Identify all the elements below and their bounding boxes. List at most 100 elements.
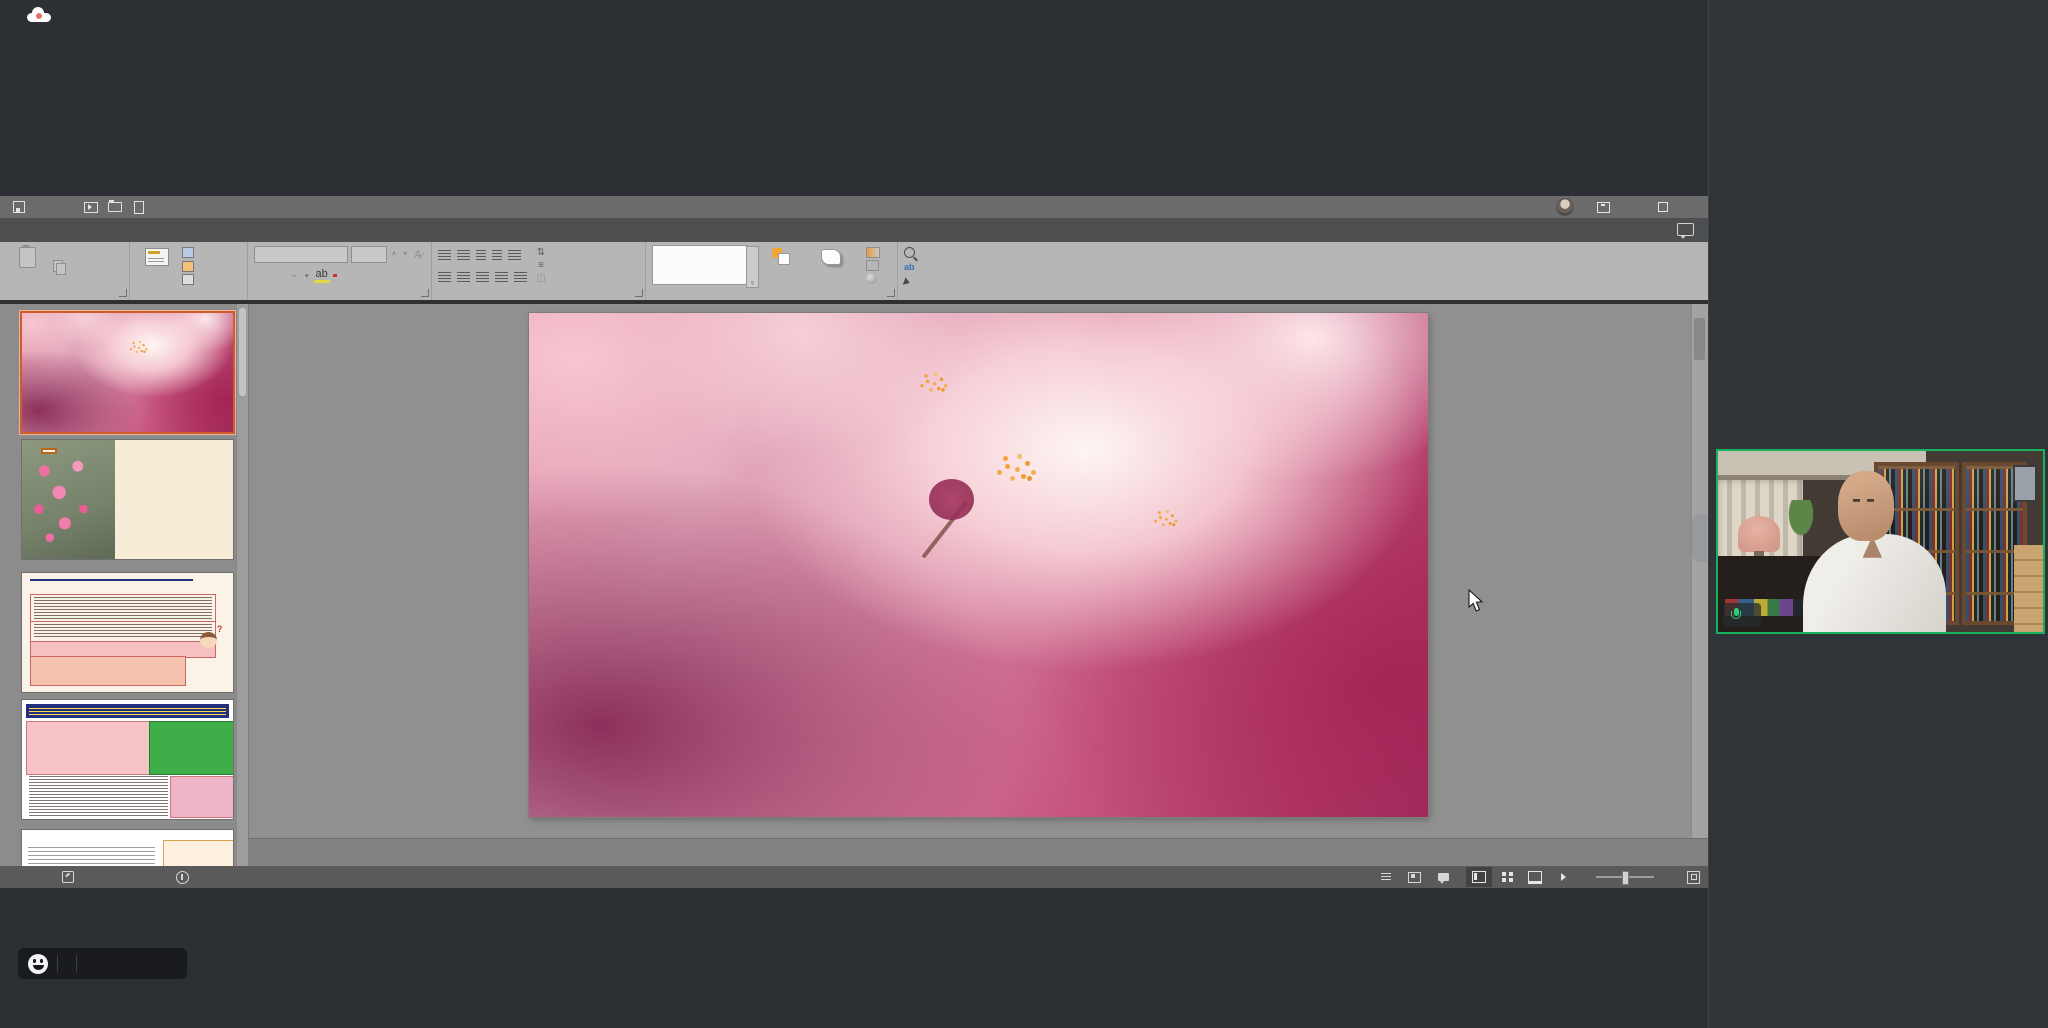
account-avatar[interactable]: [1556, 198, 1574, 216]
ink-icon[interactable]: [62, 866, 74, 888]
section-button[interactable]: [182, 273, 202, 286]
emoji-icon[interactable]: [28, 954, 48, 974]
shapes-gallery[interactable]: ▿: [652, 245, 748, 285]
dialog-launcher-icon[interactable]: [119, 289, 127, 297]
text-direction-button[interactable]: ⇅: [535, 246, 555, 259]
character-spacing-button[interactable]: ↔: [289, 272, 300, 279]
align-right-icon[interactable]: [476, 272, 489, 282]
shrink-font-button[interactable]: ˅: [401, 251, 409, 258]
restore-button[interactable]: [1648, 196, 1678, 218]
notes-icon: [1381, 873, 1391, 881]
new-document-icon[interactable]: [132, 200, 146, 214]
plum-blossom-photo: [22, 440, 115, 559]
sidebar-collapse-button[interactable]: [1692, 514, 1707, 562]
copy-button[interactable]: [52, 260, 72, 273]
layout-button[interactable]: [182, 246, 202, 259]
reset-button[interactable]: [182, 260, 202, 273]
quick-styles-icon: [821, 249, 841, 265]
slideshow-from-start-icon[interactable]: [84, 200, 98, 214]
slide-sorter-view-button[interactable]: [1494, 867, 1520, 887]
paste-icon: [19, 247, 36, 268]
thumbnails-scrollbar[interactable]: [236, 304, 248, 866]
select-button[interactable]: [904, 275, 956, 288]
normal-view-button[interactable]: [1466, 867, 1492, 887]
slide-thumbnail-2[interactable]: [22, 440, 233, 559]
redo-icon[interactable]: [60, 200, 74, 214]
numbering-icon[interactable]: [457, 250, 470, 260]
text-box: [30, 594, 215, 621]
new-slide-button[interactable]: [136, 245, 178, 287]
change-case-button[interactable]: ▾: [303, 272, 311, 280]
quick-styles-button[interactable]: [814, 245, 848, 265]
cut-button[interactable]: [52, 246, 72, 259]
open-file-icon[interactable]: [108, 200, 122, 214]
shape-effects-button[interactable]: [866, 272, 888, 285]
convert-smartart-button[interactable]: ◫: [535, 272, 555, 285]
editor-scrollbar[interactable]: [1691, 304, 1708, 838]
dialog-launcher-icon[interactable]: [887, 289, 895, 297]
accessibility-status[interactable]: [176, 866, 194, 888]
shape-fill-button[interactable]: [866, 246, 888, 259]
font-name-combo[interactable]: [254, 246, 348, 263]
chat-input-bar[interactable]: [18, 948, 187, 979]
align-text-icon: ≡: [535, 260, 547, 271]
status-bar: [0, 866, 1708, 888]
line-spacing-icon[interactable]: [508, 250, 521, 260]
clear-formatting-button[interactable]: A̷: [412, 249, 423, 261]
text-box: [26, 721, 152, 775]
display-settings-icon: [1408, 872, 1421, 883]
slideshow-view-button[interactable]: [1550, 867, 1576, 887]
dialog-launcher-icon[interactable]: [635, 289, 643, 297]
undo-icon[interactable]: [36, 200, 50, 214]
webcam-video[interactable]: [1716, 449, 2045, 634]
arrange-button[interactable]: [766, 245, 796, 264]
slide-thumbnail-5[interactable]: [22, 830, 233, 866]
shape-outline-button[interactable]: [866, 259, 888, 272]
picture-frame: [2013, 465, 2037, 502]
quick-access-toolbar: [0, 200, 170, 214]
shapes-gallery-scroll[interactable]: ▿: [746, 246, 759, 288]
scrollbar-thumb[interactable]: [1694, 318, 1705, 360]
quick-access-more-icon[interactable]: [156, 200, 170, 214]
notes-toggle-button[interactable]: [1381, 873, 1395, 881]
ribbon-display-options-button[interactable]: [1588, 196, 1618, 218]
zoom-slider[interactable]: [1596, 876, 1654, 878]
display-settings-button[interactable]: [1408, 872, 1425, 883]
accessibility-icon: [176, 871, 189, 884]
align-text-button[interactable]: ≡: [535, 259, 555, 272]
text-box: [163, 840, 233, 866]
zoom-slider-handle[interactable]: [1622, 871, 1629, 885]
align-center-icon[interactable]: [457, 272, 470, 282]
text-highlight-button[interactable]: ab: [314, 268, 330, 283]
minimize-button[interactable]: [1618, 196, 1648, 218]
dialog-launcher-icon[interactable]: [421, 289, 429, 297]
fit-to-window-icon[interactable]: [1687, 871, 1700, 884]
copy-icon: [52, 261, 64, 272]
font-size-combo[interactable]: [351, 246, 387, 263]
grow-font-button[interactable]: ˄: [390, 251, 398, 258]
reading-view-button[interactable]: [1522, 867, 1548, 887]
notes-pane[interactable]: [248, 838, 1708, 867]
increase-indent-icon[interactable]: [492, 250, 502, 260]
slide-thumbnail-3[interactable]: ?: [22, 573, 233, 692]
bullets-icon[interactable]: [438, 250, 451, 260]
paste-button[interactable]: [6, 245, 48, 287]
comments-button[interactable]: [1438, 873, 1453, 881]
columns-icon[interactable]: [514, 272, 527, 282]
slide-thumbnail-4[interactable]: [22, 700, 233, 819]
zoom-controls: [1589, 876, 1661, 878]
format-painter-icon: [52, 274, 64, 285]
save-icon[interactable]: [12, 200, 26, 214]
find-button[interactable]: [904, 246, 956, 259]
slide-thumbnail-1[interactable]: [22, 313, 233, 432]
align-left-icon[interactable]: [438, 272, 451, 282]
slide-canvas[interactable]: [529, 313, 1428, 817]
close-button[interactable]: [1678, 196, 1708, 218]
decrease-indent-icon[interactable]: [476, 250, 486, 260]
font-color-button[interactable]: [333, 274, 337, 277]
comments-icon[interactable]: [1677, 223, 1694, 236]
justify-icon[interactable]: [495, 272, 508, 282]
ribbon-group-slides: [130, 242, 248, 300]
replace-button[interactable]: ab: [904, 261, 956, 274]
comment-icon: [1438, 873, 1449, 881]
